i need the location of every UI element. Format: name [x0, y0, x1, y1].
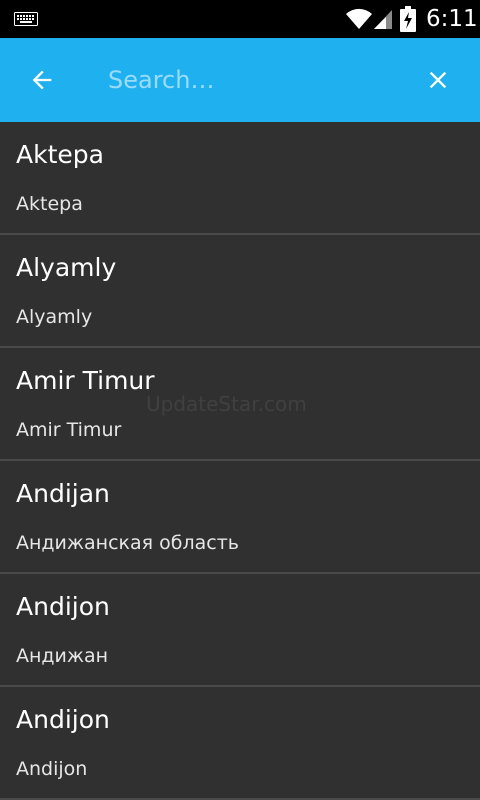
list-item-subtitle: Alyamly — [16, 306, 93, 328]
keyboard-icon — [14, 12, 38, 26]
list-item[interactable]: Andijan Андижанская область — [0, 461, 480, 574]
list-item-title: Amir Timur — [16, 366, 155, 395]
list-item-title: Aktepa — [16, 140, 104, 169]
list-item-subtitle: Amir Timur — [16, 419, 122, 441]
signal-icon — [374, 10, 392, 29]
search-toolbar — [0, 38, 480, 122]
list-item-title: Andijon — [16, 592, 110, 621]
status-bar: 6:11 — [0, 0, 480, 38]
list-item-title: Andijan — [16, 479, 110, 508]
list-item-subtitle: Aktepa — [16, 193, 83, 215]
wifi-icon — [346, 8, 372, 29]
list-item[interactable]: Alyamly Alyamly — [0, 235, 480, 348]
close-icon — [429, 71, 447, 89]
status-clock: 6:11 — [426, 6, 478, 32]
results-list: Aktepa Aktepa Alyamly Alyamly Amir Timur… — [0, 122, 480, 800]
clear-search-button[interactable] — [414, 56, 462, 104]
arrow-left-icon — [32, 70, 52, 90]
list-item-title: Alyamly — [16, 253, 117, 282]
search-input[interactable] — [106, 60, 398, 100]
list-item-subtitle: Андижан — [16, 645, 109, 667]
list-item-title: Andijon — [16, 705, 110, 734]
list-item[interactable]: Amir Timur Amir Timur — [0, 348, 480, 461]
battery-charging-icon — [400, 6, 416, 32]
list-item-subtitle: Andijon — [16, 758, 88, 780]
list-item[interactable]: Andijon Андижан — [0, 574, 480, 687]
list-item[interactable]: Andijon Andijon — [0, 687, 480, 800]
list-item-subtitle: Андижанская область — [16, 532, 239, 554]
list-item[interactable]: Aktepa Aktepa — [0, 122, 480, 235]
back-button[interactable] — [18, 56, 66, 104]
